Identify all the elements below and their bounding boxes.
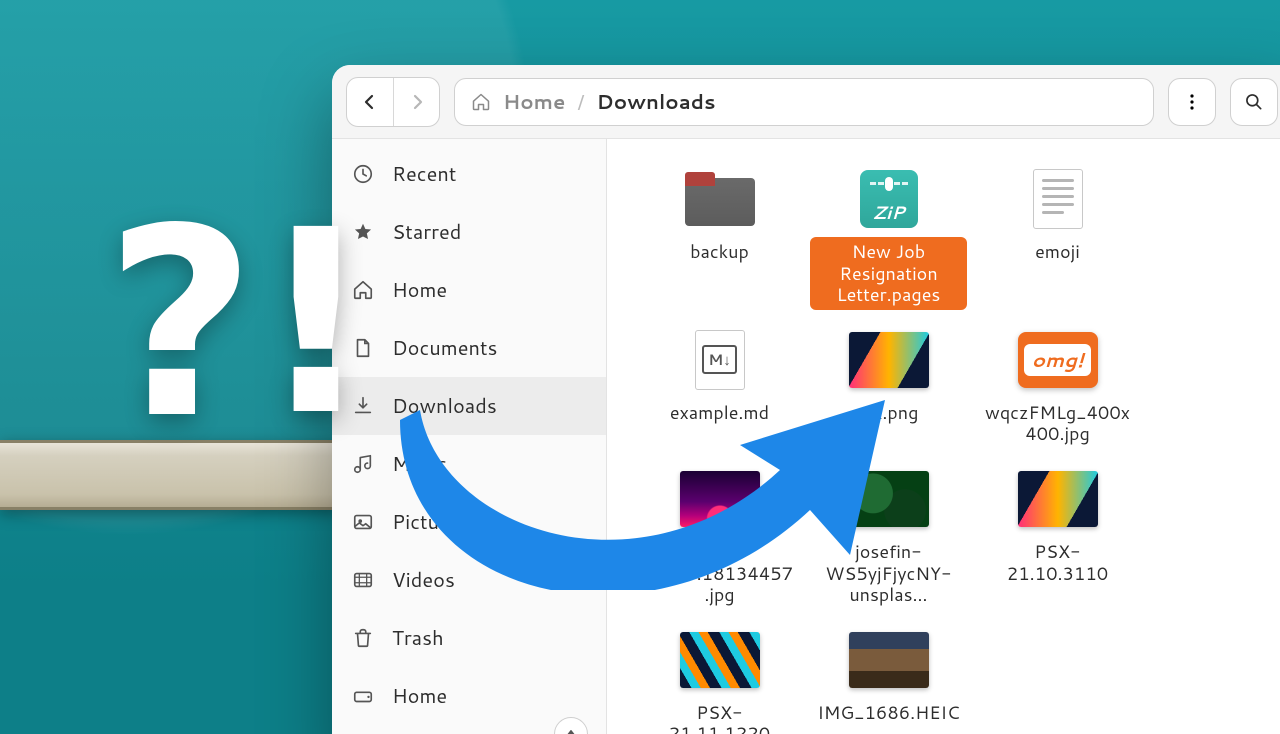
file-item[interactable]: omg! wqczFMLg_400x400.jpg bbox=[975, 320, 1140, 453]
sidebar-item-label: Home bbox=[392, 682, 447, 710]
file-item[interactable]: josefin-WS5yjFjycNY-unsplas… bbox=[806, 459, 971, 614]
sidebar-item-label: Pictures bbox=[392, 508, 468, 536]
sidebar-item-label: Downloads bbox=[392, 392, 497, 420]
file-item[interactable]: 6K.png bbox=[806, 320, 971, 453]
zip-icon: ZiP bbox=[849, 167, 929, 231]
breadcrumb-current[interactable]: Downloads bbox=[596, 88, 715, 116]
sidebar-item-trash[interactable]: Trash bbox=[332, 609, 606, 667]
markdown-icon: M↓ bbox=[680, 328, 760, 392]
sidebar-item-pictures[interactable]: Pictures bbox=[332, 493, 606, 551]
star-icon bbox=[352, 221, 378, 243]
file-item[interactable]: PSX-21.11.1220 bbox=[637, 620, 802, 734]
file-item[interactable]: IMG_1686.HEIC bbox=[806, 620, 971, 734]
sidebar-item-label: Trash bbox=[392, 624, 444, 652]
kebab-icon bbox=[1183, 93, 1201, 111]
sidebar-item-label: Videos bbox=[392, 566, 455, 594]
file-item[interactable]: PSX-21.10.3110 bbox=[975, 459, 1140, 614]
sidebar-item-label: Recent bbox=[392, 160, 456, 188]
sidebar: Recent Starred Home Documents Downloads … bbox=[332, 139, 607, 734]
file-item[interactable]: emoji bbox=[975, 159, 1140, 314]
file-label: 6K.png bbox=[853, 398, 925, 428]
pictures-icon bbox=[352, 511, 378, 533]
wallpaper-strip bbox=[0, 440, 340, 510]
breadcrumb[interactable]: Home / Downloads bbox=[454, 78, 1154, 126]
home-icon bbox=[352, 279, 378, 301]
image-thumbnail bbox=[849, 467, 929, 531]
chevron-left-icon bbox=[362, 94, 378, 110]
music-icon bbox=[352, 453, 378, 475]
sidebar-item-videos[interactable]: Videos bbox=[332, 551, 606, 609]
home-icon bbox=[471, 92, 491, 112]
file-label: IMG_1686.HEIC bbox=[811, 698, 965, 728]
file-label: wqczFMLg_400x400.jpg bbox=[978, 398, 1138, 449]
file-label: josefin-WS5yjFjycNY-unsplas… bbox=[810, 537, 967, 610]
nav-buttons bbox=[346, 77, 440, 127]
forward-button[interactable] bbox=[393, 78, 439, 126]
sidebar-item-label: Music bbox=[392, 450, 447, 478]
sidebar-item-music[interactable]: Music bbox=[332, 435, 606, 493]
menu-button[interactable] bbox=[1168, 78, 1216, 126]
file-item[interactable]: PSX-21.10.18134457.jpg bbox=[637, 459, 802, 614]
breadcrumb-separator: / bbox=[577, 88, 584, 116]
downloads-icon bbox=[352, 395, 378, 417]
body: Recent Starred Home Documents Downloads … bbox=[332, 139, 1280, 734]
videos-icon bbox=[352, 569, 378, 591]
file-grid[interactable]: backup ZiP New Job Resignation Letter.pa… bbox=[607, 139, 1280, 734]
file-label: PSX-21.10.18134457.jpg bbox=[640, 537, 800, 610]
file-label: PSX-21.10.3110 bbox=[979, 537, 1136, 588]
file-label: PSX-21.11.1220 bbox=[641, 698, 798, 734]
sidebar-item-label: Home bbox=[392, 276, 447, 304]
file-label: backup bbox=[684, 237, 755, 267]
sidebar-item-starred[interactable]: Starred bbox=[332, 203, 606, 261]
file-label: New Job Resignation Letter.pages bbox=[810, 237, 967, 310]
sidebar-item-downloads[interactable]: Downloads bbox=[332, 377, 606, 435]
sidebar-item-recent[interactable]: Recent bbox=[332, 145, 606, 203]
image-thumbnail bbox=[849, 328, 929, 392]
image-thumbnail bbox=[680, 628, 760, 692]
folder-icon bbox=[680, 167, 760, 231]
image-thumbnail bbox=[680, 467, 760, 531]
chevron-right-icon bbox=[409, 94, 425, 110]
sidebar-item-home[interactable]: Home bbox=[332, 261, 606, 319]
image-thumbnail: omg! bbox=[1018, 328, 1098, 392]
file-label: example.md bbox=[664, 398, 775, 428]
sidebar-item-documents[interactable]: Documents bbox=[332, 319, 606, 377]
toolbar: Home / Downloads bbox=[332, 65, 1280, 139]
file-label: emoji bbox=[1029, 237, 1086, 267]
file-item[interactable]: M↓ example.md bbox=[637, 320, 802, 453]
sidebar-item-label: Starred bbox=[392, 218, 461, 246]
search-button[interactable] bbox=[1230, 78, 1278, 126]
image-thumbnail bbox=[849, 628, 929, 692]
eject-icon bbox=[564, 727, 578, 734]
clock-icon bbox=[352, 163, 378, 185]
search-icon bbox=[1244, 92, 1264, 112]
trash-icon bbox=[352, 627, 378, 649]
document-icon bbox=[1018, 167, 1098, 231]
sidebar-item-drive-home[interactable]: Home bbox=[332, 667, 606, 725]
documents-icon bbox=[352, 337, 378, 359]
image-thumbnail bbox=[1018, 467, 1098, 531]
file-item[interactable]: ZiP New Job Resignation Letter.pages bbox=[806, 159, 971, 314]
back-button[interactable] bbox=[347, 78, 393, 126]
file-item[interactable]: backup bbox=[637, 159, 802, 314]
breadcrumb-home[interactable]: Home bbox=[503, 88, 565, 116]
sidebar-item-label: Documents bbox=[392, 334, 497, 362]
file-manager-window: Home / Downloads Recent Starred Home bbox=[332, 65, 1280, 734]
drive-icon bbox=[352, 685, 378, 707]
